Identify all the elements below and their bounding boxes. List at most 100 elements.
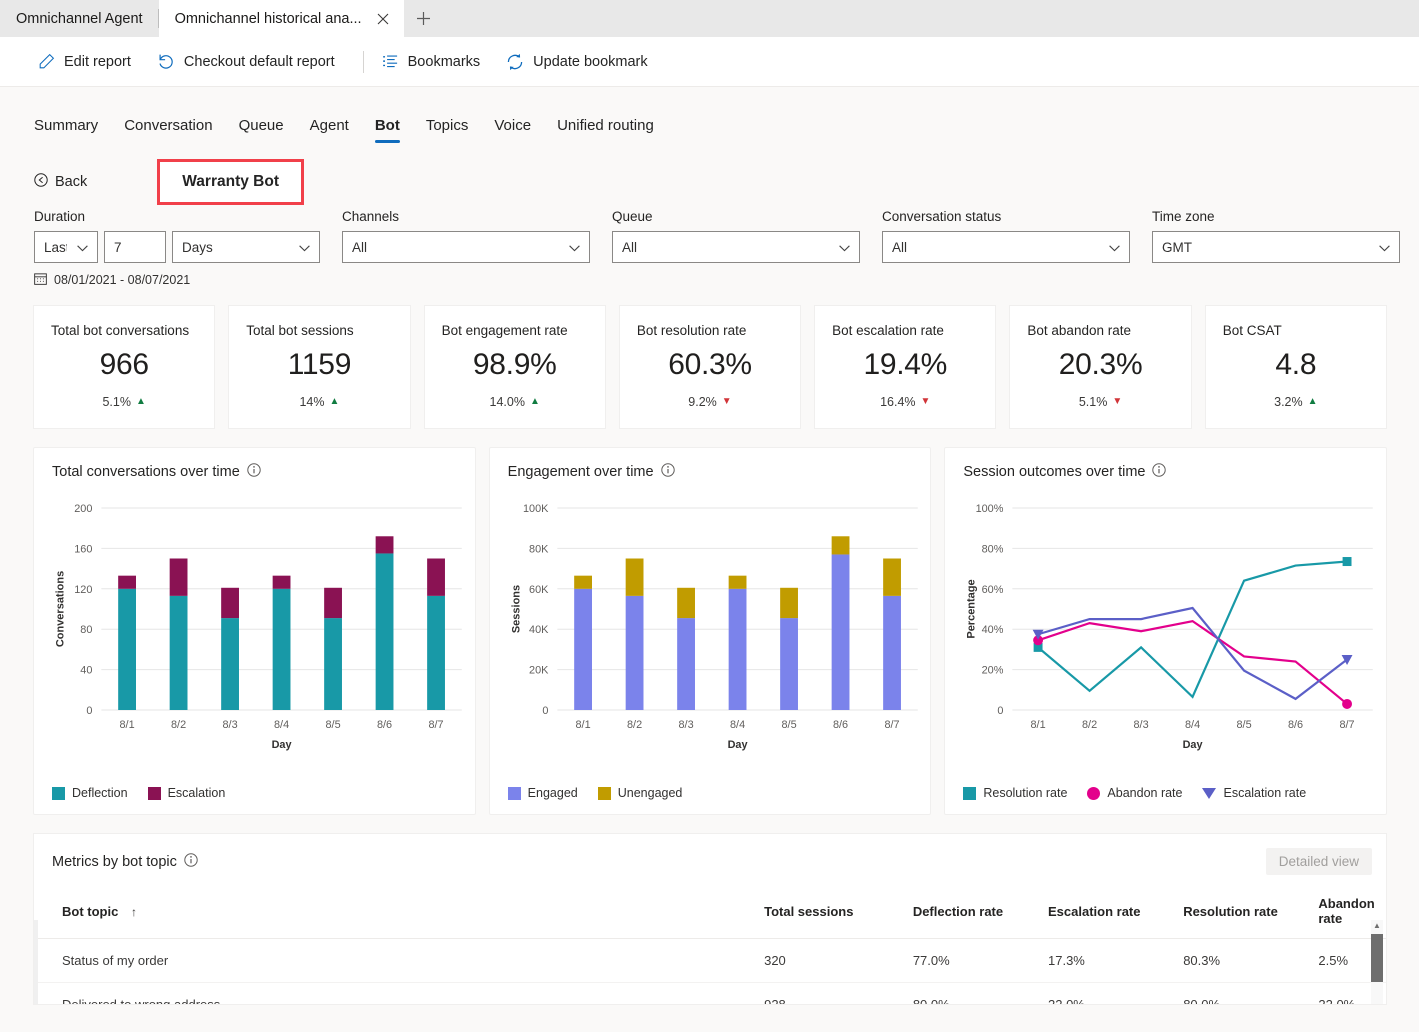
kpi-value: 60.3% [668, 348, 752, 381]
tab-unified-routing[interactable]: Unified routing [544, 117, 667, 143]
legend-item-engaged[interactable]: Engaged [507, 786, 578, 800]
svg-text:Sessions: Sessions [510, 585, 522, 633]
legend-item-abandon-rate[interactable]: Abandon rate [1087, 786, 1182, 800]
cell-deflection-rate: 80.0% [912, 982, 1048, 1004]
trend-down-icon: ▼ [721, 396, 732, 407]
conversation-status-value: All [892, 239, 908, 255]
kpi-value: 4.8 [1275, 348, 1317, 381]
tab-label: Bot [374, 117, 400, 134]
cell-total-sessions: 928 [764, 982, 913, 1004]
update-bookmark-button[interactable]: Update bookmark [502, 47, 659, 77]
kpi-card-bot-abandon-rate[interactable]: Bot abandon rate 20.3% 5.1% ▼ [1009, 305, 1192, 429]
trend-up-icon: ▲ [529, 396, 540, 407]
column-header-resolution-rate[interactable]: Resolution rate [1183, 886, 1319, 939]
svg-text:8/7: 8/7 [428, 719, 443, 731]
kpi-value: 19.4% [863, 348, 948, 381]
filter-conversation-status: Conversation status All [882, 209, 1130, 263]
tab-conversation[interactable]: Conversation [111, 117, 225, 143]
legend-item-deflection[interactable]: Deflection [52, 786, 128, 800]
column-header-total-sessions[interactable]: Total sessions [764, 886, 913, 939]
trend-up-icon: ▲ [329, 396, 340, 407]
bookmarks-button[interactable]: Bookmarks [378, 47, 493, 76]
column-header-deflection-rate[interactable]: Deflection rate [912, 886, 1048, 939]
kpi-card-bot-engagement-rate[interactable]: Bot engagement rate 98.9% 14.0% ▲ [423, 305, 606, 429]
back-label: Back [55, 173, 88, 190]
browser-tab-omnichannel-agent[interactable]: Omnichannel Agent [0, 0, 159, 37]
kpi-card-bot-resolution-rate[interactable]: Bot resolution rate 60.3% 9.2% ▼ [618, 305, 802, 429]
conversation-status-select[interactable]: All [882, 231, 1130, 263]
edit-report-button[interactable]: Edit report [34, 47, 143, 76]
scrollbar-thumb[interactable] [1371, 934, 1383, 982]
info-icon[interactable] [1152, 463, 1167, 481]
tab-topics[interactable]: Topics [413, 117, 482, 143]
close-icon[interactable] [370, 6, 396, 32]
svg-text:8/5: 8/5 [325, 719, 340, 731]
info-icon[interactable] [184, 852, 198, 871]
bot-name-highlight: Warranty Bot [157, 158, 304, 205]
duration-mode-value: Last [44, 239, 67, 255]
svg-text:8/4: 8/4 [1185, 719, 1200, 731]
kpi-card-bot-csat[interactable]: Bot CSAT 4.8 3.2% ▲ [1204, 305, 1387, 429]
table-vertical-scrollbar[interactable]: ▲ [1371, 920, 1383, 1004]
svg-text:0: 0 [998, 705, 1004, 717]
legend-item-escalation-rate[interactable]: Escalation rate [1202, 786, 1306, 800]
chart-plot-area: 0 20K 40K 60K 80K 100K 8/1 8/2 8/3 8/4 8/5 8/6 8/7 Da… [490, 492, 931, 777]
info-icon[interactable] [247, 463, 261, 481]
metrics-by-bot-topic-card: Metrics by bot topic Detailed view Bot t… [33, 833, 1387, 1005]
detailed-view-button[interactable]: Detailed view [1265, 848, 1372, 875]
legend-item-escalation[interactable]: Escalation [147, 786, 225, 800]
tab-agent[interactable]: Agent [297, 117, 362, 143]
tab-summary[interactable]: Summary [34, 117, 111, 143]
command-label: Edit report [64, 53, 131, 70]
tab-queue[interactable]: Queue [226, 117, 297, 143]
legend-item-unengaged[interactable]: Unengaged [597, 786, 682, 800]
column-header-escalation-rate[interactable]: Escalation rate [1048, 886, 1184, 939]
tab-label: Agent [309, 117, 349, 134]
kpi-value: 1159 [287, 348, 352, 381]
svg-text:20%: 20% [982, 665, 1004, 677]
trend-up-icon: ▲ [135, 396, 146, 407]
filter-channels: Channels All [342, 209, 590, 263]
cell-resolution-rate: 80.0% [1183, 982, 1319, 1004]
table-row[interactable]: Delivered to wrong address 928 80.0% 22.… [34, 982, 1386, 1004]
tab-voice[interactable]: Voice [481, 117, 544, 143]
info-icon[interactable] [660, 463, 675, 481]
kpi-delta: 14% ▲ [299, 395, 339, 409]
chart-plot-area: 0 20% 40% 60% 80% 100% 8/1 8/2 8/3 8/4 8/5 8/6 8/7 Da… [945, 492, 1386, 777]
browser-tab-historical-analytics[interactable]: Omnichannel historical ana... [158, 0, 404, 37]
channels-select[interactable]: All [342, 231, 590, 263]
kpi-delta: 5.1% ▲ [102, 395, 145, 409]
filter-label: Time zone [1152, 209, 1215, 224]
svg-text:60%: 60% [982, 584, 1004, 596]
chart-legend: Deflection Escalation [52, 786, 225, 800]
legend-item-resolution-rate[interactable]: Resolution rate [963, 786, 1067, 800]
kpi-card-total-bot-conversations[interactable]: Total bot conversations 966 5.1% ▲ [33, 305, 216, 429]
trend-down-icon: ▼ [920, 396, 931, 407]
command-label: Update bookmark [533, 53, 648, 70]
kpi-card-bot-escalation-rate[interactable]: Bot escalation rate 19.4% 16.4% ▼ [814, 305, 997, 429]
chart-card-engagement-over-time: Engagement over time 0 20K 40K 60K 80K 100K 8/… [488, 447, 932, 815]
duration-mode-select[interactable]: Last [34, 231, 98, 263]
svg-text:8/1: 8/1 [575, 719, 590, 731]
duration-amount-input[interactable]: 7 [104, 231, 166, 263]
kpi-card-total-bot-sessions[interactable]: Total bot sessions 1159 14% ▲ [228, 305, 411, 429]
svg-text:Day: Day [727, 739, 748, 751]
arrow-circle-left-icon [34, 172, 48, 191]
command-label: Bookmarks [407, 53, 481, 70]
queue-select[interactable]: All [612, 231, 860, 263]
svg-text:120: 120 [74, 584, 92, 596]
checkout-default-report-button[interactable]: Checkout default report [153, 47, 347, 77]
filter-label: Queue [612, 209, 653, 224]
table-row[interactable]: Status of my order 320 77.0% 17.3% 80.3%… [34, 938, 1386, 983]
kpi-value: 20.3% [1058, 348, 1143, 381]
back-button[interactable]: Back [34, 172, 88, 191]
plus-icon[interactable] [404, 0, 444, 37]
metrics-table: Bot topic ↑ Total sessions Deflection ra… [34, 886, 1386, 1004]
tab-bot[interactable]: Bot [362, 117, 413, 143]
duration-unit-select[interactable]: Days [172, 231, 320, 263]
chevron-up-icon[interactable]: ▲ [1371, 920, 1383, 932]
kpi-delta: 9.2% ▼ [688, 395, 731, 409]
time-zone-select[interactable]: GMT [1152, 231, 1400, 263]
kpi-value: 98.9% [472, 348, 557, 381]
column-header-bot-topic[interactable]: Bot topic ↑ [34, 886, 765, 939]
